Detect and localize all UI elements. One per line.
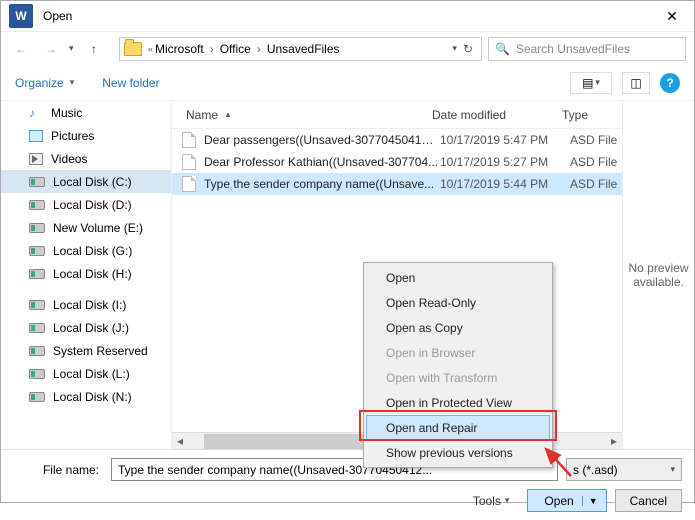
column-type[interactable]: Type: [562, 108, 622, 122]
open-context-menu: Open Open Read-Only Open as Copy Open in…: [363, 262, 553, 468]
ctx-open-as-copy[interactable]: Open as Copy: [366, 315, 550, 340]
ctx-open[interactable]: Open: [366, 265, 550, 290]
navigation-bar: ← → ▾ ↑ « Microsoft › Office › UnsavedFi…: [1, 31, 694, 65]
column-date[interactable]: Date modified: [432, 108, 562, 122]
preview-pane-button[interactable]: ◫: [622, 72, 650, 94]
history-dropdown-icon[interactable]: ▾: [69, 43, 85, 54]
sidebar-item-pictures[interactable]: Pictures: [1, 124, 171, 147]
ctx-show-previous-versions[interactable]: Show previous versions: [366, 440, 550, 465]
disk-icon: [29, 246, 45, 256]
file-icon: [182, 176, 196, 192]
sidebar-item-local-disk-i[interactable]: Local Disk (I:): [1, 293, 171, 316]
sidebar-item-system-reserved[interactable]: System Reserved: [1, 339, 171, 362]
search-icon: 🔍: [495, 42, 510, 56]
column-name[interactable]: Name▲: [172, 108, 432, 122]
disk-icon: [29, 177, 45, 187]
tools-button[interactable]: Tools▾: [473, 494, 510, 508]
breadcrumb-seg[interactable]: Office: [220, 42, 251, 56]
sidebar-item-new-volume-e[interactable]: New Volume (E:): [1, 216, 171, 239]
close-icon[interactable]: ✕: [652, 1, 692, 31]
disk-icon: [29, 369, 45, 379]
sidebar-item-local-disk-h[interactable]: Local Disk (H:): [1, 262, 171, 285]
up-folder-icon[interactable]: ↑: [91, 42, 113, 56]
toolbar: Organize▾ New folder ▤▾ ◫ ?: [1, 65, 694, 101]
ctx-open-protected-view[interactable]: Open in Protected View: [366, 390, 550, 415]
view-mode-button[interactable]: ▤▾: [570, 72, 612, 94]
disk-icon: [29, 392, 45, 402]
sort-asc-icon: ▲: [224, 110, 232, 119]
forward-icon[interactable]: →: [39, 37, 63, 61]
preview-pane: No preview available.: [622, 101, 694, 449]
sidebar-item-local-disk-c[interactable]: Local Disk (C:): [1, 170, 171, 193]
file-list-header: Name▲ Date modified Type: [172, 101, 622, 129]
breadcrumb[interactable]: « Microsoft › Office › UnsavedFiles ▾ ↻: [119, 37, 482, 61]
file-icon: [182, 154, 196, 170]
sidebar-item-videos[interactable]: Videos: [1, 147, 171, 170]
disk-icon: [29, 223, 45, 233]
titlebar: W Open ✕: [1, 1, 694, 31]
disk-icon: [29, 269, 45, 279]
sidebar-item-music[interactable]: ♪Music: [1, 101, 171, 124]
bottom-panel: File name: s (*.asd)▾ Tools▾ Open ▼ Canc…: [1, 449, 694, 520]
videos-icon: [29, 153, 43, 165]
main-area: ♪Music Pictures Videos Local Disk (C:) L…: [1, 101, 694, 449]
scroll-right-icon[interactable]: ▸: [606, 434, 622, 448]
scroll-left-icon[interactable]: ◂: [172, 434, 188, 448]
ctx-open-in-browser: Open in Browser: [366, 340, 550, 365]
search-placeholder: Search UnsavedFiles: [516, 42, 630, 56]
cancel-button[interactable]: Cancel: [615, 489, 682, 512]
sidebar-item-local-disk-g[interactable]: Local Disk (G:): [1, 239, 171, 262]
back-icon[interactable]: ←: [9, 37, 33, 61]
search-input[interactable]: 🔍 Search UnsavedFiles: [488, 37, 686, 61]
ctx-open-read-only[interactable]: Open Read-Only: [366, 290, 550, 315]
file-row[interactable]: Type the sender company name((Unsave... …: [172, 173, 622, 195]
file-name-label: File name:: [13, 463, 103, 477]
sidebar-item-local-disk-d[interactable]: Local Disk (D:): [1, 193, 171, 216]
file-icon: [182, 132, 196, 148]
sidebar: ♪Music Pictures Videos Local Disk (C:) L…: [1, 101, 171, 449]
refresh-icon[interactable]: ↻: [463, 42, 473, 56]
file-type-filter[interactable]: s (*.asd)▾: [566, 458, 682, 481]
disk-icon: [29, 300, 45, 310]
sidebar-item-local-disk-l[interactable]: Local Disk (L:): [1, 362, 171, 385]
pictures-icon: [29, 130, 43, 142]
breadcrumb-seg[interactable]: UnsavedFiles: [267, 42, 340, 56]
open-button[interactable]: Open ▼: [527, 489, 606, 512]
music-icon: ♪: [29, 106, 43, 120]
ctx-open-and-repair[interactable]: Open and Repair: [366, 415, 550, 440]
window-title: Open: [43, 9, 72, 23]
scrollbar-thumb[interactable]: [204, 434, 384, 449]
word-app-icon: W: [9, 4, 33, 28]
disk-icon: [29, 346, 45, 356]
sidebar-item-local-disk-n[interactable]: Local Disk (N:): [1, 385, 171, 408]
open-dropdown-icon[interactable]: ▼: [582, 496, 598, 506]
ctx-open-with-transform: Open with Transform: [366, 365, 550, 390]
new-folder-button[interactable]: New folder: [102, 76, 159, 90]
organize-button[interactable]: Organize▾: [15, 76, 74, 90]
breadcrumb-seg[interactable]: Microsoft: [155, 42, 204, 56]
disk-icon: [29, 323, 45, 333]
chevron-down-icon[interactable]: ▾: [452, 43, 457, 54]
file-row[interactable]: Dear Professor Kathian((Unsaved-307704..…: [172, 151, 622, 173]
file-row[interactable]: Dear passengers((Unsaved-307704504126...…: [172, 129, 622, 151]
help-icon[interactable]: ?: [660, 73, 680, 93]
folder-icon: [124, 42, 142, 56]
chevron-down-icon: ▾: [670, 464, 675, 475]
sidebar-item-local-disk-j[interactable]: Local Disk (J:): [1, 316, 171, 339]
disk-icon: [29, 200, 45, 210]
